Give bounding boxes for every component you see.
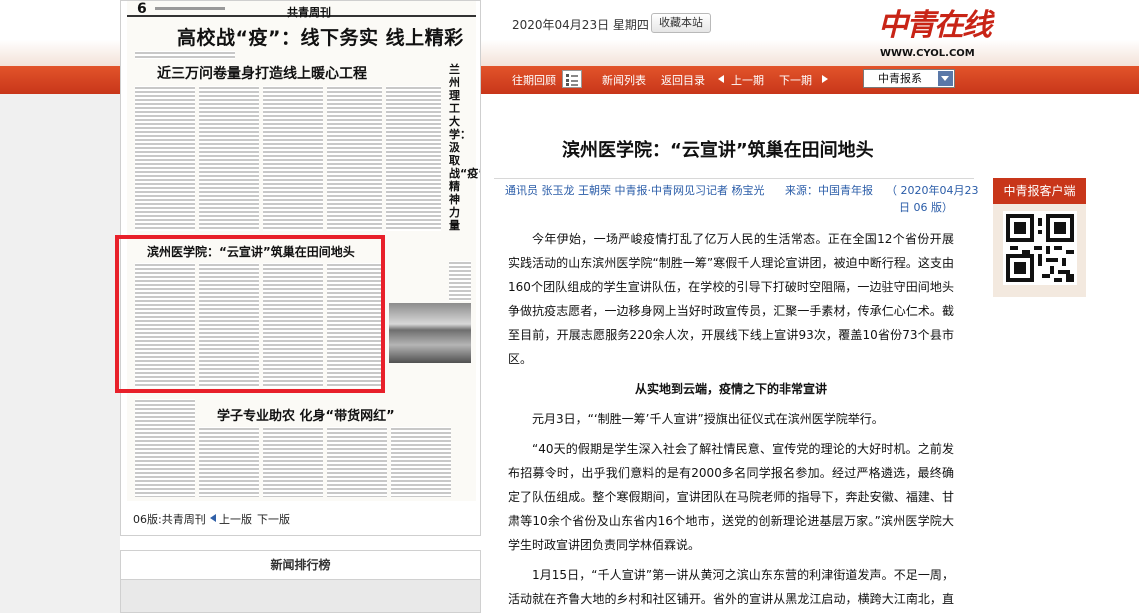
qr-code-icon	[1003, 211, 1077, 285]
text-column	[327, 427, 387, 497]
chevron-down-icon	[938, 71, 953, 86]
site-logo[interactable]: 中青在线 WWW.CYOL.COM	[876, 0, 992, 62]
article-title: 滨州医学院：“云宣讲”筑巢在田间地头	[562, 140, 874, 161]
article-paragraph: 元月3日，“‘制胜一筹’千人宣讲”授旗出征仪式在滨州医学院举行。	[532, 412, 884, 426]
text-column	[263, 86, 323, 231]
headline-main[interactable]: 高校战“疫”：线下务实 线上精彩	[177, 23, 464, 50]
ranking-title: 新闻排行榜	[121, 551, 480, 580]
text-column	[199, 427, 259, 497]
left-margin	[0, 94, 120, 613]
nav-next-issue[interactable]: 下一期	[779, 72, 812, 88]
headline-farm-help[interactable]: 学子专业助农 化身“带货网红”	[217, 405, 395, 424]
page-name: 共青周刊	[287, 6, 331, 19]
text-column	[135, 51, 235, 59]
current-date: 2020年04月23日 星期四	[512, 18, 649, 32]
news-ranking-panel: 新闻排行榜	[120, 550, 481, 613]
prev-edition-link[interactable]: 上一版	[219, 511, 252, 527]
nav-prev-issue[interactable]: 上一期	[731, 72, 764, 88]
text-column	[199, 86, 259, 231]
headline-questionnaire[interactable]: 近三万问卷量身打造线上暖心工程	[157, 63, 367, 83]
article-body: 今年伊始，一场严峻疫情打乱了亿万人民的生活常态。正在全国12个省份开展实践活动的…	[508, 227, 954, 613]
byline-date: （ 2020年04月23	[886, 184, 979, 197]
calendar-grid-icon[interactable]	[562, 70, 582, 88]
nav-past-issues[interactable]: 往期回顾	[512, 72, 556, 88]
paper-select-dropdown[interactable]: 中青报系	[863, 69, 955, 88]
header-rule	[155, 7, 225, 10]
client-title: 中青报客户端	[993, 178, 1086, 204]
logo-url: WWW.CYOL.COM	[880, 48, 975, 59]
byline-source: 来源：中国青年报	[785, 184, 873, 197]
byline-authors: 通讯员 张玉龙 王朝荣 中青报·中青网见习记者 杨宝光	[505, 184, 765, 197]
text-column	[327, 86, 382, 231]
text-column	[386, 86, 441, 231]
byline-divider	[494, 178, 974, 179]
selected-article-highlight[interactable]	[115, 235, 385, 393]
byline-page: 日 06 版）	[899, 201, 953, 214]
article-paragraph: 1月15日，“千人宣讲”第一讲从黄河之滨山东东营的利津街道发声。不足一周，活动就…	[508, 568, 954, 606]
logo-text: 中青在线	[878, 8, 992, 43]
page-caption: 06版:共青周刊	[133, 513, 206, 526]
article-paragraph: “40天的假期是学生深入社会了解社情民意、宣传党的理论的大好时机。之前发布招募令…	[508, 442, 954, 552]
next-edition-link[interactable]: 下一版	[257, 511, 290, 527]
article-paragraph: 今年伊始，一场严峻疫情打乱了亿万人民的生活常态。正在全国12个省份开展实践活动的…	[508, 232, 954, 366]
text-column	[449, 261, 471, 301]
text-column	[391, 427, 451, 497]
page-header: 6 共青周刊	[127, 1, 476, 19]
paper-select-value: 中青报系	[878, 72, 922, 85]
client-app-panel[interactable]: 中青报客户端	[993, 178, 1086, 297]
nav-news-list[interactable]: 新闻列表	[602, 72, 646, 88]
page-number: 6	[137, 1, 147, 17]
article-byline: 通讯员 张玉龙 王朝荣 中青报·中青网见习记者 杨宝光 来源：中国青年报 （ 2…	[494, 180, 979, 214]
prev-arrow-icon	[718, 75, 724, 83]
text-column	[263, 427, 323, 497]
article-subheading: 从实地到云端，疫情之下的非常宣讲	[634, 382, 827, 396]
next-arrow-icon	[822, 75, 828, 83]
headline-side[interactable]: 兰州理工大学：汲取战“疫”的精神力量	[449, 63, 480, 232]
text-column	[135, 86, 195, 231]
text-column	[135, 399, 195, 497]
right-margin	[990, 94, 1139, 613]
nav-return-index[interactable]: 返回目录	[661, 72, 705, 88]
article-photo	[389, 303, 471, 363]
add-favorite-button[interactable]: 收藏本站	[651, 13, 711, 33]
prev-edition-icon	[210, 514, 216, 522]
